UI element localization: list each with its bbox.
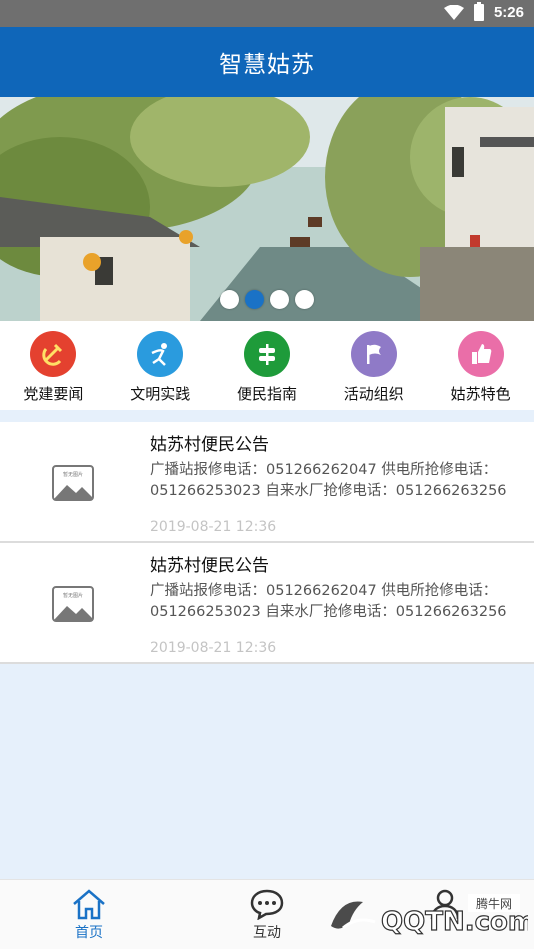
news-date: 2019-08-21 12:36 — [150, 519, 277, 535]
status-right: 5:26 — [443, 2, 524, 21]
list-item[interactable]: 暂无图片 姑苏村便民公告 广播站报修电话：051266262047 供电所抢修电… — [0, 422, 534, 543]
nav-civic-practice[interactable]: 文明实践 — [107, 321, 214, 410]
nav-label: 姑苏特色 — [450, 385, 511, 403]
image-placeholder-icon: 暂无图片 — [52, 586, 94, 622]
tab-label: 首页 — [75, 925, 103, 941]
quick-nav: 党建要闻 文明实践 便民指南 活动组织 姑苏特色 — [0, 321, 534, 410]
battery-icon — [473, 2, 484, 21]
banner-image — [0, 97, 534, 321]
tab-home[interactable]: 首页 — [0, 880, 178, 949]
thumbs-up-icon — [457, 331, 504, 377]
image-placeholder-icon: 暂无图片 — [52, 465, 94, 501]
news-date: 2019-08-21 12:36 — [150, 640, 277, 656]
nav-party-news[interactable]: 党建要闻 — [0, 321, 107, 410]
nav-gusu-features[interactable]: 姑苏特色 — [427, 321, 534, 410]
signpost-icon — [243, 331, 290, 377]
watermark-site: 腾牛网 — [476, 896, 512, 911]
news-body: 广播站报修电话：051266262047 供电所抢修电话：05126625302… — [150, 583, 507, 620]
app-bar: 智慧姑苏 — [0, 27, 534, 97]
news-title: 姑苏村便民公告 — [150, 435, 269, 455]
watermark-logo: QQTN.com 腾牛网 — [331, 894, 528, 938]
hammer-sickle-icon — [30, 331, 77, 377]
runner-icon — [137, 331, 184, 377]
status-bar: 5:26 — [0, 0, 534, 27]
carousel-dot[interactable] — [295, 290, 314, 309]
chat-bubble-icon — [250, 889, 284, 920]
home-icon — [73, 889, 105, 920]
news-body: 广播站报修电话：051266262047 供电所抢修电话：05126625302… — [150, 462, 507, 499]
nav-convenience-guide[interactable]: 便民指南 — [214, 321, 321, 410]
tab-label: 互动 — [253, 925, 281, 941]
thumb-text: 暂无图片 — [63, 471, 83, 478]
carousel-dot[interactable] — [270, 290, 289, 309]
nav-label: 党建要闻 — [23, 385, 84, 403]
status-time: 5:26 — [493, 4, 524, 21]
carousel-dot[interactable] — [220, 290, 239, 309]
list-item[interactable]: 暂无图片 姑苏村便民公告 广播站报修电话：051266262047 供电所抢修电… — [0, 543, 534, 664]
news-list: 暂无图片 姑苏村便民公告 广播站报修电话：051266262047 供电所抢修电… — [0, 422, 534, 664]
banner-carousel[interactable] — [0, 97, 534, 321]
nav-label: 活动组织 — [343, 385, 404, 403]
nav-activities[interactable]: 活动组织 — [320, 321, 427, 410]
nav-label: 文明实践 — [130, 385, 191, 403]
thumb-text: 暂无图片 — [63, 592, 83, 599]
page-title: 智慧姑苏 — [219, 52, 315, 78]
wifi-icon — [443, 4, 464, 20]
nav-label: 便民指南 — [236, 385, 297, 403]
flag-icon — [350, 331, 397, 377]
carousel-dots — [0, 290, 534, 309]
carousel-dot-active[interactable] — [245, 290, 264, 309]
news-title: 姑苏村便民公告 — [150, 556, 269, 576]
